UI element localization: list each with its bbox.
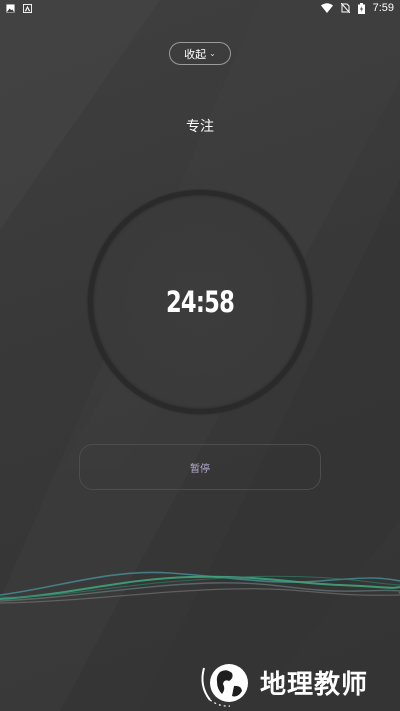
watermark: 地理教师 (196, 656, 396, 708)
collapse-button[interactable]: 收起 ⌄ (169, 42, 231, 65)
pause-button[interactable]: 暂停 (79, 444, 321, 490)
a-letter-icon (23, 3, 32, 13)
sound-wave-decoration (0, 571, 400, 604)
pause-label: 暂停 (190, 463, 210, 475)
no-sim-icon (340, 3, 350, 13)
countdown-timer: 24:58 (165, 285, 235, 319)
image-icon (6, 3, 15, 13)
focus-screen: 7:59 收起 ⌄ 专注 24:58 暂停 地理教师 (0, 0, 400, 711)
status-bar: 7:59 (0, 0, 400, 16)
focus-mode-title: 专注 (186, 119, 214, 135)
chevron-down-icon: ⌄ (209, 49, 216, 58)
wifi-icon (320, 3, 333, 13)
globe-logo-icon (201, 664, 248, 707)
collapse-label: 收起 (184, 47, 207, 61)
status-time: 7:59 (372, 2, 394, 14)
battery-icon (357, 2, 365, 14)
watermark-text: 地理教师 (260, 669, 369, 700)
